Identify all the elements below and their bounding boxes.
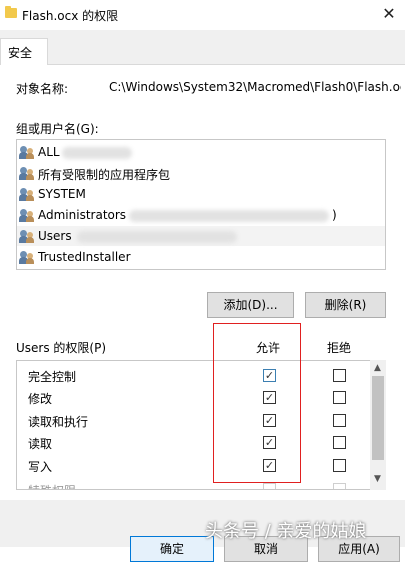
deny-column-header: 拒绝 [327, 341, 352, 355]
permission-row: 特殊权限 [17, 478, 385, 489]
deny-checkbox[interactable] [333, 414, 346, 427]
scroll-up-icon[interactable]: ▲ [374, 363, 381, 373]
close-icon[interactable]: ✕ [379, 4, 399, 24]
ok-button[interactable]: 确定 [130, 536, 214, 562]
deny-checkbox[interactable] [333, 459, 346, 472]
tab-strip [0, 30, 405, 64]
user-name: SYSTEM [38, 187, 86, 201]
object-name-label: 对象名称: [16, 82, 69, 96]
highlight-box [213, 323, 301, 483]
redaction [62, 147, 132, 159]
user-name: Administrators [38, 208, 127, 222]
list-item[interactable]: Administrators ) [17, 205, 385, 225]
permission-row: 写入 ✓ [17, 454, 385, 476]
scroll-down-icon[interactable]: ▼ [374, 474, 381, 484]
remove-button[interactable]: 删除(R) [305, 292, 386, 318]
permissions-label: Users 的权限(P) [16, 341, 107, 355]
permission-name: 完全控制 [28, 370, 77, 384]
list-item[interactable]: ALL [17, 142, 385, 162]
deny-checkbox[interactable] [333, 483, 346, 489]
users-icon [19, 167, 36, 181]
list-item[interactable]: TrustedInstaller [17, 247, 385, 267]
redaction [77, 231, 237, 243]
window-title: Flash.ocx 的权限 [22, 9, 119, 23]
list-item[interactable]: 所有受限制的应用程序包 [17, 163, 385, 183]
user-list[interactable]: ALL 所有受限制的应用程序包 SYSTEM Administrators ) … [16, 139, 386, 270]
permission-row: 读取和执行 ✓ [17, 409, 385, 431]
add-button[interactable]: 添加(D)... [207, 292, 294, 318]
users-icon [19, 188, 36, 202]
permission-name: 修改 [28, 392, 53, 406]
permission-name: 写入 [28, 460, 53, 474]
watermark: 头条号 / 亲爱的姑娘 [205, 521, 367, 542]
deny-checkbox[interactable] [333, 391, 346, 404]
tab-security[interactable]: 安全 [0, 38, 48, 65]
list-item[interactable]: SYSTEM [17, 184, 385, 204]
permission-row: 完全控制 ✓ [17, 364, 385, 386]
permission-name: 特殊权限 [28, 482, 76, 489]
deny-checkbox[interactable] [333, 369, 346, 382]
user-name: Users [38, 229, 72, 243]
allow-checkbox[interactable] [263, 483, 276, 489]
permission-name: 读取和执行 [28, 415, 89, 429]
folder-icon [5, 6, 17, 18]
redaction [129, 210, 329, 222]
user-name-suffix: ) [332, 208, 337, 222]
group-list-label: 组或用户名(G): [16, 122, 99, 136]
user-name: 所有受限制的应用程序包 [38, 168, 171, 182]
object-name-value: C:\Windows\System32\Macromed\Flash0\Flas… [109, 80, 401, 94]
list-item-selected[interactable]: Users [17, 226, 385, 246]
title-bar: Flash.ocx 的权限 ✕ [0, 0, 405, 30]
permission-row: 读取 ✓ [17, 431, 385, 453]
scroll-thumb[interactable] [372, 376, 384, 460]
deny-checkbox[interactable] [333, 436, 346, 449]
permission-row: 修改 ✓ [17, 386, 385, 408]
permissions-list[interactable]: 完全控制 ✓ 修改 ✓ 读取和执行 ✓ 读取 ✓ 写入 ✓ 特殊权限 [16, 360, 386, 490]
users-icon [19, 230, 36, 244]
users-icon [19, 251, 36, 265]
users-icon [19, 209, 36, 223]
user-name: ALL [38, 145, 60, 159]
user-name: TrustedInstaller [38, 250, 131, 264]
users-icon [19, 146, 36, 160]
permission-name: 读取 [28, 437, 53, 451]
